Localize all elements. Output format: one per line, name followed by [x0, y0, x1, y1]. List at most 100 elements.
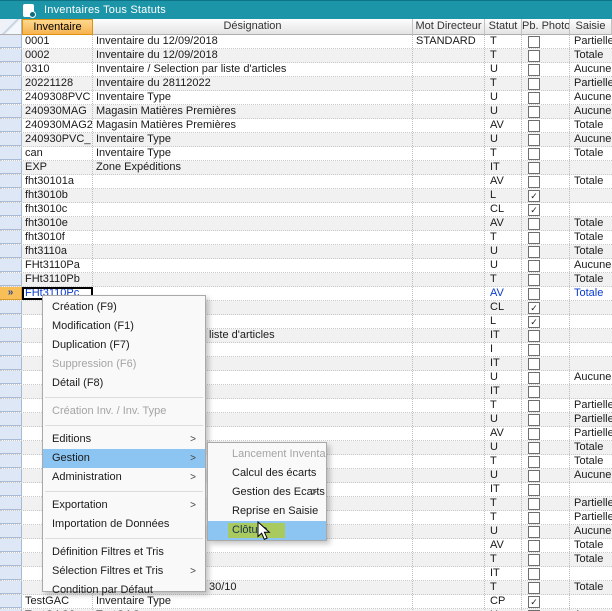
cell-pb-photo[interactable]	[522, 399, 570, 412]
cell-pb-photo[interactable]	[522, 385, 570, 398]
cell-statut[interactable]: L	[485, 189, 522, 202]
cell-pb-photo[interactable]	[522, 231, 570, 244]
pb-photo-checkbox[interactable]	[528, 330, 540, 342]
cell-saisie[interactable]: Aucune	[570, 469, 612, 482]
table-row[interactable]: 240930PVC_Inventaire TypeUAucune	[0, 133, 612, 147]
cell-statut[interactable]: T	[485, 497, 522, 510]
pb-photo-checkbox[interactable]	[528, 428, 540, 440]
pb-photo-checkbox[interactable]	[528, 456, 540, 468]
table-row[interactable]: fht3010eAVTotale	[0, 217, 612, 231]
cell-pb-photo[interactable]	[522, 441, 570, 454]
row-selector[interactable]	[0, 91, 22, 104]
cell-saisie[interactable]: Partielle	[570, 511, 612, 524]
row-selector[interactable]	[0, 175, 22, 188]
row-selector[interactable]	[0, 273, 22, 286]
cell-inventaire[interactable]: 240930MAG2	[22, 119, 93, 132]
cell-saisie[interactable]	[570, 357, 612, 370]
cell-mot-directeur[interactable]	[413, 119, 485, 132]
cell-pb-photo[interactable]	[522, 455, 570, 468]
current-row-indicator[interactable]: »	[0, 287, 22, 300]
pb-photo-checkbox[interactable]	[528, 232, 540, 244]
cell-pb-photo[interactable]	[522, 273, 570, 286]
menu-item-calcul-des-ecarts[interactable]: Calcul des écarts	[208, 464, 326, 483]
cell-statut[interactable]: U	[485, 371, 522, 384]
cell-designation[interactable]: Inventaire du 28112022	[93, 77, 413, 90]
cell-saisie[interactable]: Aucune	[570, 525, 612, 538]
pb-photo-checkbox[interactable]	[528, 162, 540, 174]
cell-saisie[interactable]	[570, 301, 612, 314]
cell-statut[interactable]: T	[485, 511, 522, 524]
cell-mot-directeur[interactable]	[413, 385, 485, 398]
cell-mot-directeur[interactable]	[413, 49, 485, 62]
cell-statut[interactable]: IT	[485, 385, 522, 398]
cell-mot-directeur[interactable]	[413, 329, 485, 342]
menu-item-selection-filtres-et-tris[interactable]: Sélection Filtres et Tris>	[43, 562, 205, 581]
cell-mot-directeur[interactable]	[413, 539, 485, 552]
cell-inventaire[interactable]: 0001	[22, 35, 93, 48]
cell-inventaire[interactable]: fht3010b	[22, 189, 93, 202]
cell-saisie[interactable]: Totale	[570, 231, 612, 244]
row-selector[interactable]	[0, 49, 22, 62]
cell-mot-directeur[interactable]	[413, 203, 485, 216]
row-selector[interactable]	[0, 35, 22, 48]
pb-photo-checkbox[interactable]	[528, 288, 540, 300]
cell-statut[interactable]: IT	[485, 483, 522, 496]
cell-saisie[interactable]: Partielle	[570, 427, 612, 440]
cell-statut[interactable]: IT	[485, 329, 522, 342]
cell-saisie[interactable]: Partielle	[570, 77, 612, 90]
cell-designation[interactable]	[93, 273, 413, 286]
cell-saisie[interactable]: Aucune	[570, 259, 612, 272]
cell-pb-photo[interactable]	[522, 147, 570, 160]
column-header-designation[interactable]: Désignation	[93, 19, 413, 35]
row-selector[interactable]	[0, 147, 22, 160]
menu-item-condition-par-defaut[interactable]: Condition par Défaut	[43, 581, 205, 600]
cell-statut[interactable]: U	[485, 105, 522, 118]
row-selector[interactable]	[0, 497, 22, 510]
cell-inventaire[interactable]: fht3010c	[22, 203, 93, 216]
menu-item-importation-de-donnees[interactable]: Importation de Données	[43, 515, 205, 534]
row-selector[interactable]	[0, 357, 22, 370]
menu-item-exportation[interactable]: Exportation>	[43, 496, 205, 515]
column-header-statut[interactable]: Statut	[485, 19, 522, 35]
cell-pb-photo[interactable]	[522, 217, 570, 230]
cell-statut[interactable]: I	[485, 343, 522, 356]
cell-mot-directeur[interactable]	[413, 567, 485, 580]
cell-statut[interactable]: U	[485, 245, 522, 258]
cell-mot-directeur[interactable]	[413, 427, 485, 440]
pb-photo-checkbox[interactable]	[528, 50, 540, 62]
cell-pb-photo[interactable]	[522, 91, 570, 104]
cell-statut[interactable]: U	[485, 91, 522, 104]
cell-saisie[interactable]: Totale	[570, 175, 612, 188]
pb-photo-checkbox[interactable]	[528, 554, 540, 566]
cell-designation[interactable]	[93, 217, 413, 230]
cell-mot-directeur[interactable]	[413, 63, 485, 76]
cell-inventaire[interactable]: FHt3110Pa	[22, 259, 93, 272]
cell-saisie[interactable]	[570, 329, 612, 342]
cell-statut[interactable]: T	[485, 581, 522, 594]
row-selector[interactable]	[0, 567, 22, 580]
row-selector[interactable]	[0, 371, 22, 384]
row-selector[interactable]	[0, 161, 22, 174]
cell-mot-directeur[interactable]	[413, 259, 485, 272]
pb-photo-checkbox[interactable]	[528, 274, 540, 286]
pb-photo-checkbox[interactable]	[528, 582, 540, 594]
cell-saisie[interactable]: Totale	[570, 49, 612, 62]
cell-mot-directeur[interactable]	[413, 273, 485, 286]
table-row[interactable]: canInventaire TypeTTotale	[0, 147, 612, 161]
row-selector[interactable]	[0, 525, 22, 538]
menu-item-duplication-f7[interactable]: Duplication (F7)	[43, 336, 205, 355]
cell-pb-photo[interactable]	[522, 259, 570, 272]
pb-photo-checkbox[interactable]	[528, 246, 540, 258]
cell-mot-directeur[interactable]	[413, 301, 485, 314]
cell-designation[interactable]: Inventaire Type	[93, 91, 413, 104]
cell-statut[interactable]: CP	[485, 595, 522, 608]
table-row[interactable]: FHt3110PaUAucune	[0, 259, 612, 273]
table-row[interactable]: fht3010cCL✓	[0, 203, 612, 217]
pb-photo-checkbox[interactable]	[528, 260, 540, 272]
cell-pb-photo[interactable]	[522, 371, 570, 384]
cell-statut[interactable]: AV	[485, 427, 522, 440]
pb-photo-checkbox[interactable]	[528, 148, 540, 160]
cell-pb-photo[interactable]	[522, 497, 570, 510]
cell-saisie[interactable]	[570, 343, 612, 356]
cell-pb-photo[interactable]	[522, 567, 570, 580]
